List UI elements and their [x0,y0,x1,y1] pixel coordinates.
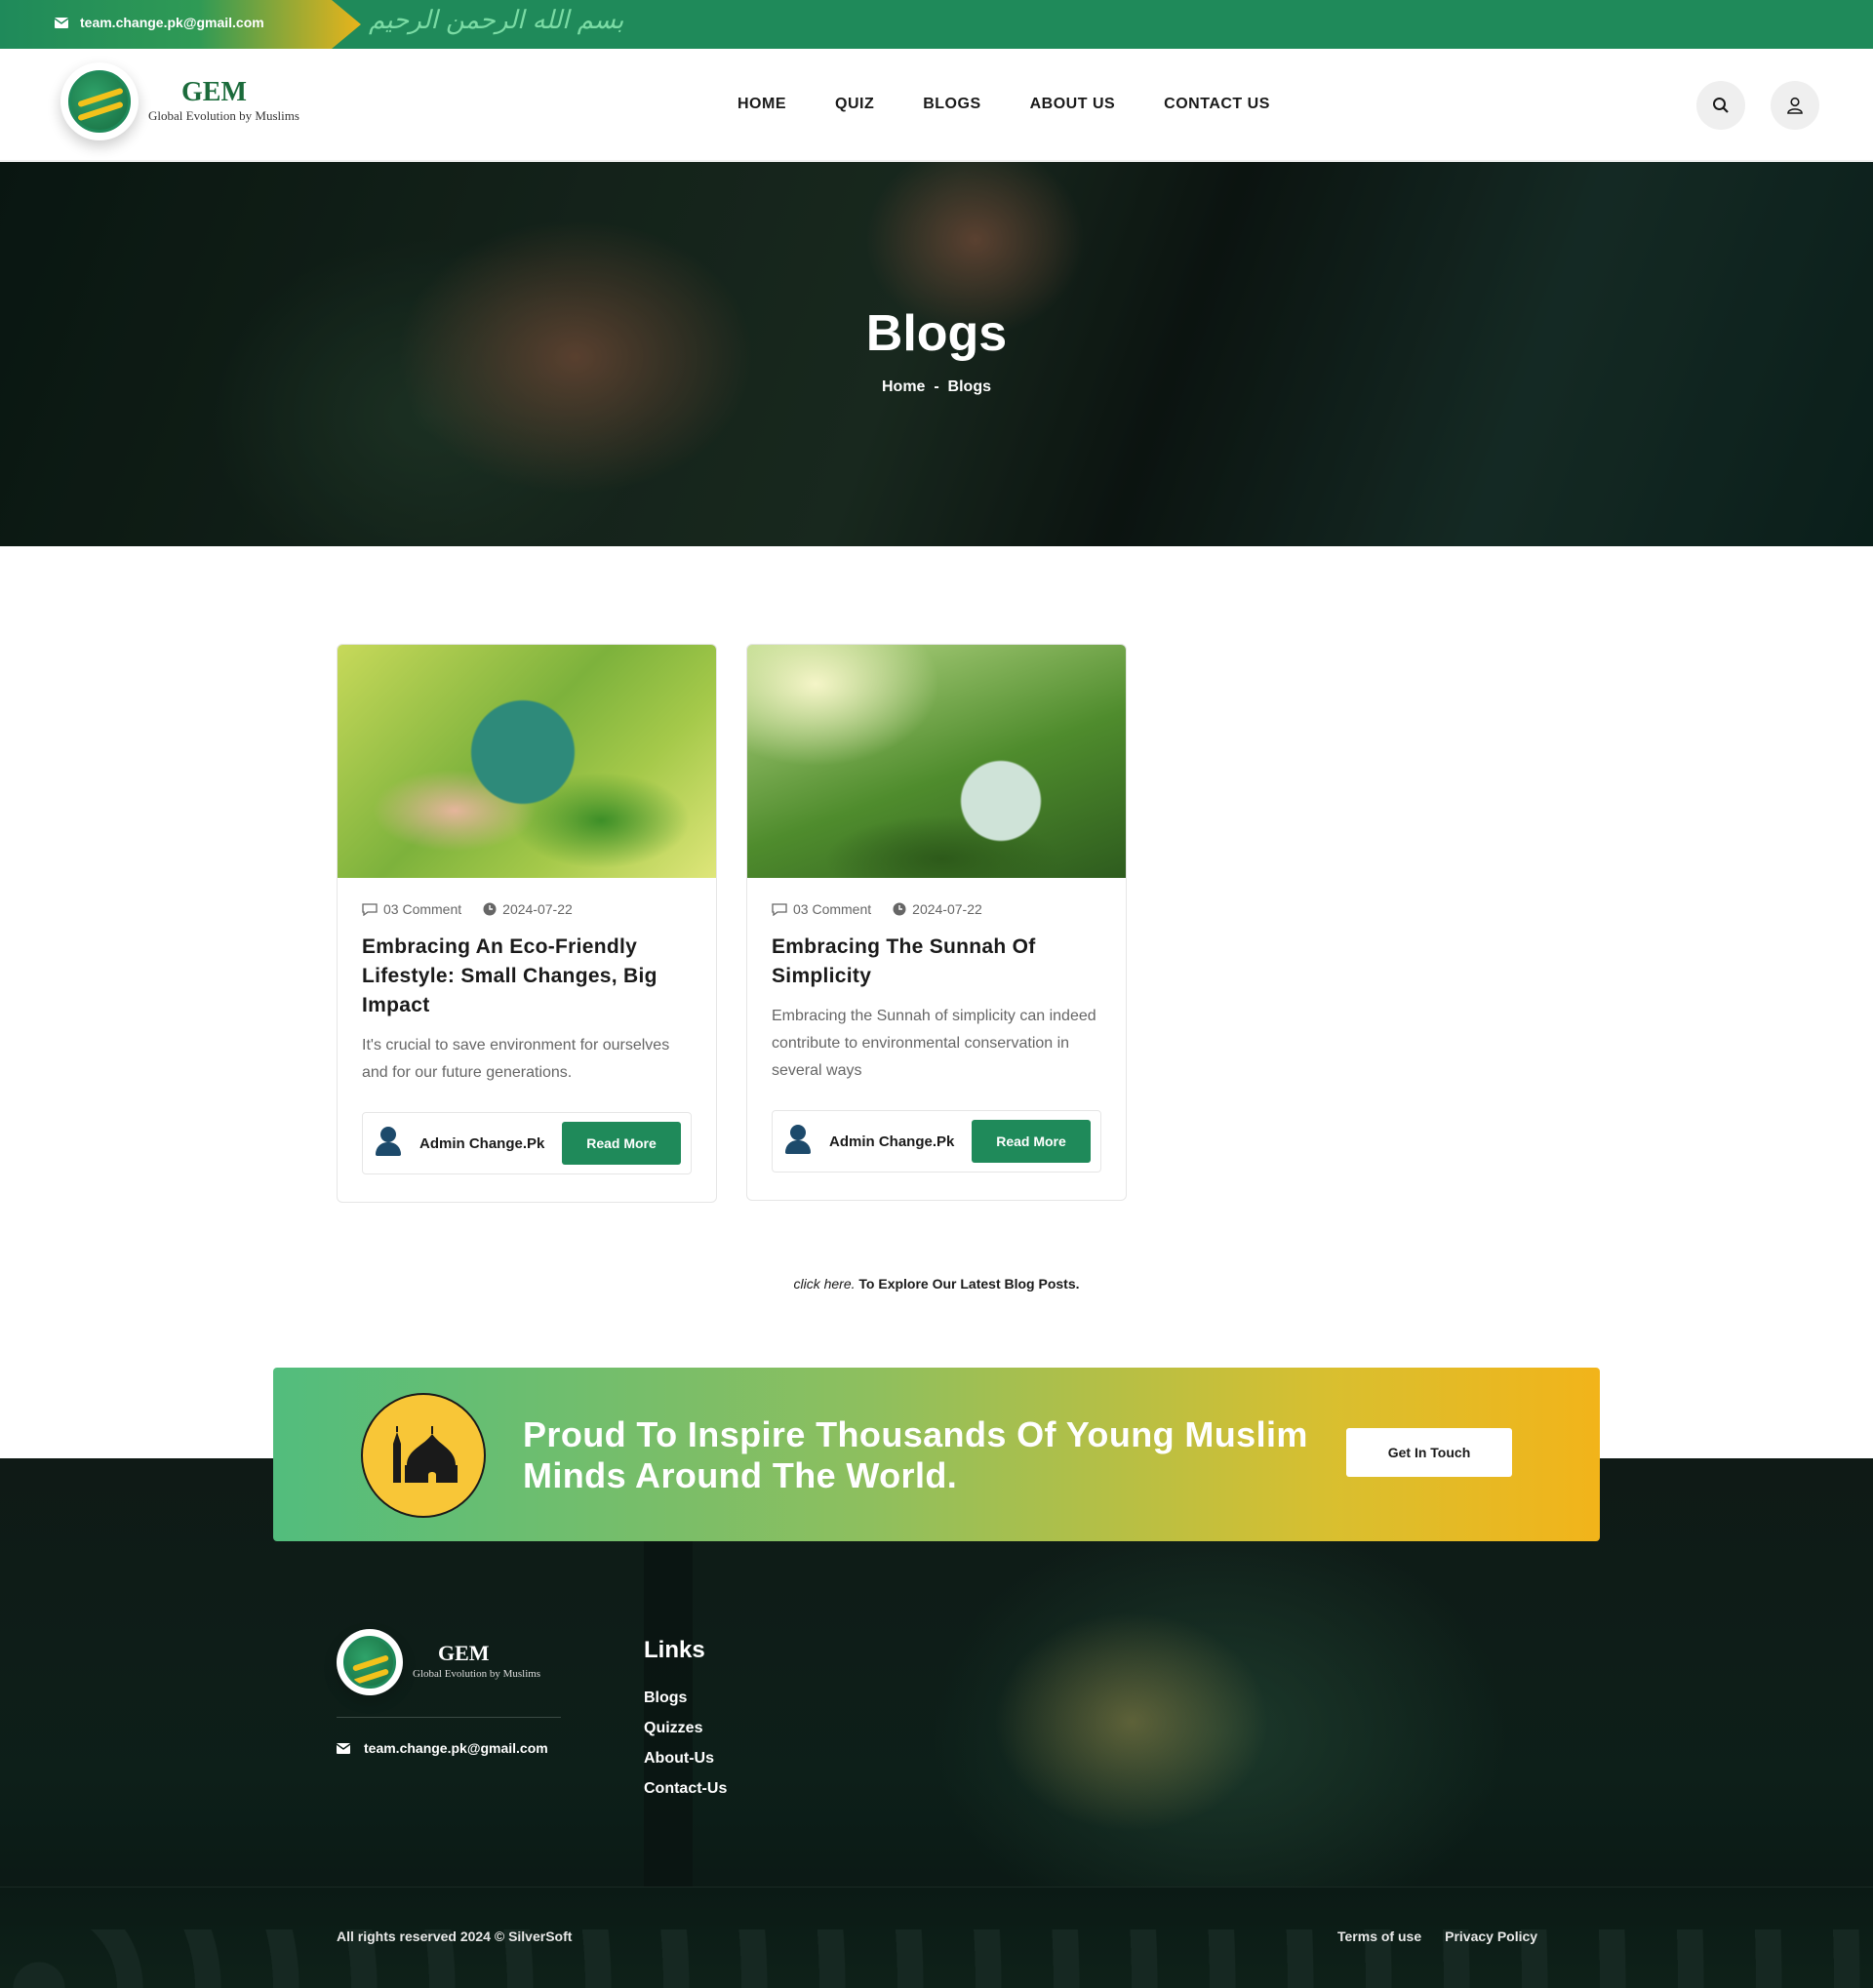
blog-card-author-box: Admin Change.Pk Read More [362,1112,692,1174]
footer-email[interactable]: team.change.pk@gmail.com [337,1740,548,1756]
page-hero-banner: Blogs Home - Blogs [0,162,1873,546]
footer-divider [337,1717,561,1718]
comment-icon [362,902,378,916]
main-nav: HOME QUIZ BLOGS ABOUT US CONTACT US [737,96,1270,113]
comment-count-text: 03 Comment [383,901,462,917]
footer-email-text: team.change.pk@gmail.com [364,1740,548,1756]
post-date-text: 2024-07-22 [502,901,573,917]
blog-card-author-box: Admin Change.Pk Read More [772,1110,1101,1173]
site-header: GEM Global Evolution by Muslims HOME QUI… [0,49,1873,161]
page-title: Blogs [865,305,1008,362]
cta-banner: Proud To Inspire Thousands Of Young Musl… [273,1368,1600,1541]
brand-tagline: Global Evolution by Muslims [148,108,299,123]
envelope-icon [55,17,68,28]
blog-card: 03 Comment 2024-07-22 Embracing An Eco-F… [337,644,717,1203]
blog-card: 03 Comment 2024-07-22 Embracing The Sunn… [746,644,1127,1201]
blog-card-excerpt: Embracing the Sunnah of simplicity can i… [772,1008,1096,1079]
post-date: 2024-07-22 [483,901,573,917]
footer-links: Blogs Quizzes About-Us Contact-Us [644,1690,727,1798]
blog-card-title[interactable]: Embracing The Sunnah Of Simplicity [772,933,1101,991]
breadcrumb-home[interactable]: Home [882,378,925,395]
bismillah-calligraphy: بسم الله الرحمن الرحيم [369,6,624,35]
footer-link-contact-us[interactable]: Contact-Us [644,1780,727,1798]
comment-count-text: 03 Comment [793,901,872,917]
nav-blogs[interactable]: BLOGS [923,96,980,113]
user-account-button[interactable] [1771,81,1819,130]
get-in-touch-button[interactable]: Get In Touch [1346,1428,1512,1477]
footer-logo[interactable]: GEM Global Evolution by Muslims [337,1629,540,1695]
author-name: Admin Change.Pk [829,1133,955,1150]
comment-icon [772,902,787,916]
explore-link[interactable]: click here. [793,1276,855,1292]
copyright: All rights reserved 2024 © SilverSoft [337,1928,573,1944]
explore-blogs-line: click here. To Explore Our Latest Blog P… [0,1276,1873,1292]
top-bar: team.change.pk@gmail.com بسم الله الرحمن… [0,0,1873,49]
top-bar-email[interactable]: team.change.pk@gmail.com [55,15,264,30]
footer-brand-tagline: Global Evolution by Muslims [413,1668,541,1680]
clock-icon [483,902,497,916]
brand-name: GEM [181,77,247,107]
blog-card-image[interactable] [747,645,1126,878]
nav-home[interactable]: HOME [737,96,786,113]
clock-icon [893,902,906,916]
legal-links: Terms of use Privacy Policy [1337,1928,1537,1944]
site-logo[interactable]: GEM Global Evolution by Muslims [60,62,299,140]
search-button[interactable] [1696,81,1745,130]
explore-text: To Explore Our Latest Blog Posts. [855,1276,1080,1292]
breadcrumb: Home - Blogs [0,378,1873,396]
search-icon [1713,98,1729,113]
footer-link-about-us[interactable]: About-Us [644,1750,727,1768]
cta-headline: Proud To Inspire Thousands Of Young Musl… [523,1414,1308,1495]
breadcrumb-separator: - [934,378,939,395]
footer-links-heading: Links [644,1637,705,1663]
nav-quiz[interactable]: QUIZ [835,96,874,113]
read-more-button[interactable]: Read More [972,1120,1091,1163]
nav-about-us[interactable]: ABOUT US [1030,96,1116,113]
nav-contact-us[interactable]: CONTACT US [1164,96,1270,113]
post-date-text: 2024-07-22 [912,901,982,917]
author-name: Admin Change.Pk [419,1134,545,1152]
footer-logo-emblem [337,1629,403,1695]
privacy-policy-link[interactable]: Privacy Policy [1445,1928,1537,1944]
dome-pattern [0,1929,1873,1988]
author-avatar [373,1125,404,1162]
footer-brand-name: GEM [438,1641,490,1665]
mosque-icon-badge [361,1393,486,1518]
post-date: 2024-07-22 [893,901,982,917]
logo-emblem [60,62,139,140]
read-more-button[interactable]: Read More [562,1122,681,1165]
comment-count: 03 Comment [362,901,461,917]
terms-of-use-link[interactable]: Terms of use [1337,1928,1421,1944]
footer-link-quizzes[interactable]: Quizzes [644,1720,727,1737]
author-avatar [782,1123,814,1160]
blog-card-image[interactable] [338,645,716,878]
user-icon [1787,97,1803,114]
blog-card-title[interactable]: Embracing An Eco-Friendly Lifestyle: Sma… [362,933,692,1020]
blog-card-excerpt: It's crucial to save environment for our… [362,1037,670,1081]
top-bar-email-text: team.change.pk@gmail.com [80,15,264,30]
breadcrumb-current: Blogs [947,378,991,395]
comment-count: 03 Comment [772,901,871,917]
footer-link-blogs[interactable]: Blogs [644,1690,727,1707]
envelope-icon [337,1742,350,1754]
footer-bottom-bar [0,1887,1873,1988]
mosque-icon [393,1426,458,1483]
